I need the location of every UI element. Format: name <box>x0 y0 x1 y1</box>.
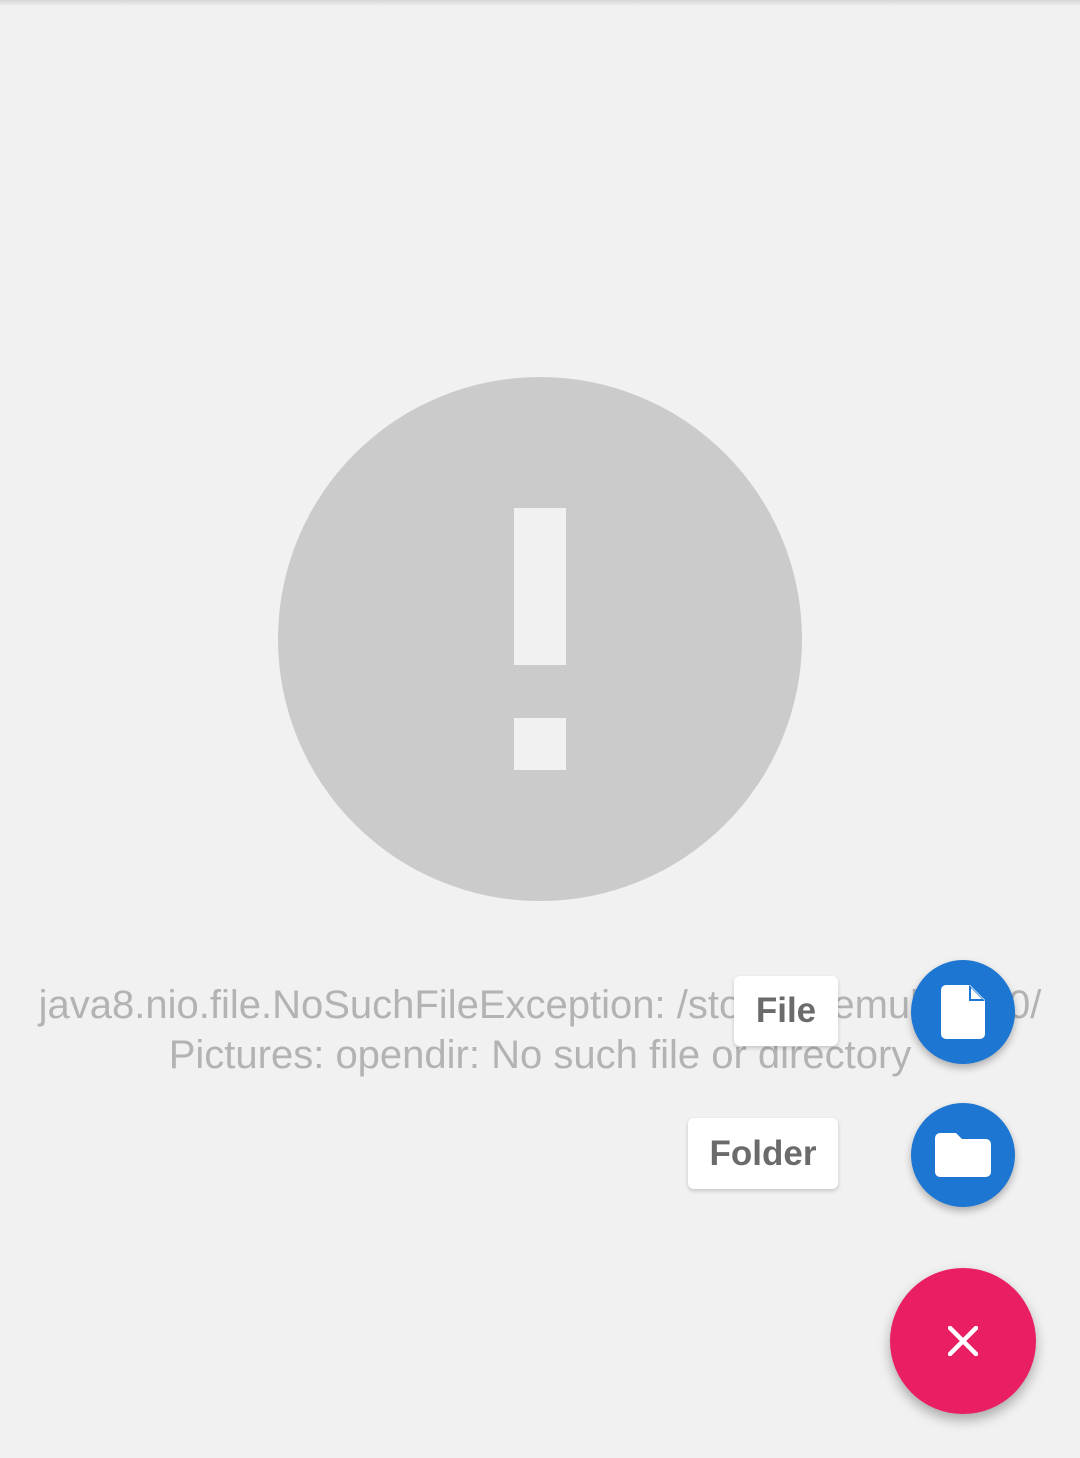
close-speed-dial-button[interactable] <box>890 1268 1036 1414</box>
folder-icon <box>935 1133 991 1177</box>
close-icon <box>948 1326 978 1356</box>
exclamation-bar <box>514 508 566 665</box>
file-icon <box>941 985 985 1039</box>
new-folder-button[interactable] <box>911 1103 1015 1207</box>
exclamation-dot <box>514 718 566 770</box>
new-file-label[interactable]: File <box>734 976 838 1046</box>
error-exclamation-icon <box>278 377 802 901</box>
new-file-button[interactable] <box>911 960 1015 1064</box>
toolbar-shadow <box>0 0 1080 6</box>
new-folder-label[interactable]: Folder <box>688 1118 838 1189</box>
